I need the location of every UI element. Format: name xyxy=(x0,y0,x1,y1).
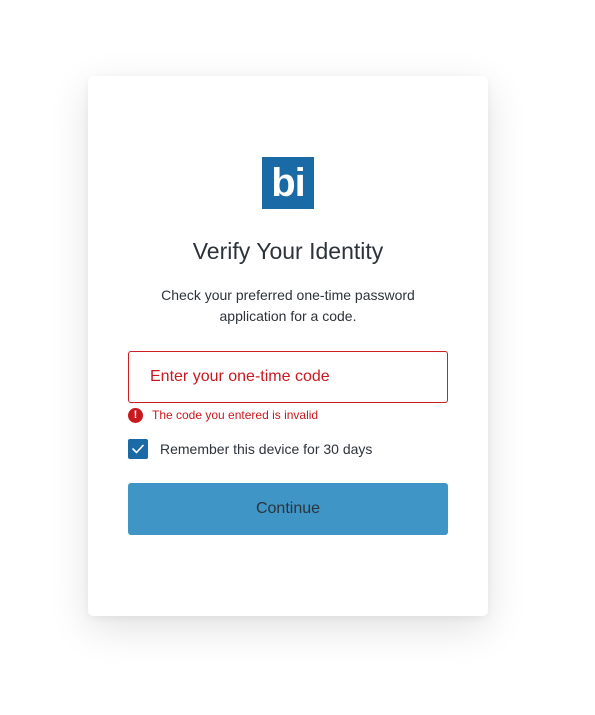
remember-device-checkbox[interactable] xyxy=(128,439,148,459)
verify-card: bi Verify Your Identity Check your prefe… xyxy=(88,76,488,616)
error-text: The code you entered is invalid xyxy=(152,408,319,422)
one-time-code-input[interactable] xyxy=(128,351,448,403)
checkmark-icon xyxy=(132,444,144,454)
remember-device-option[interactable]: Remember this device for 30 days xyxy=(128,439,372,459)
remember-device-label: Remember this device for 30 days xyxy=(160,441,373,457)
continue-button[interactable]: Continue xyxy=(128,483,448,535)
brand-logo: bi xyxy=(262,157,314,209)
exclamation-icon: ! xyxy=(128,407,143,423)
page: bi Verify Your Identity Check your prefe… xyxy=(0,0,595,715)
page-title: Verify Your Identity xyxy=(192,238,384,264)
error-message: ! The code you entered is invalid xyxy=(128,407,318,423)
instructions-text: Check your preferred one-time password a… xyxy=(161,287,415,324)
